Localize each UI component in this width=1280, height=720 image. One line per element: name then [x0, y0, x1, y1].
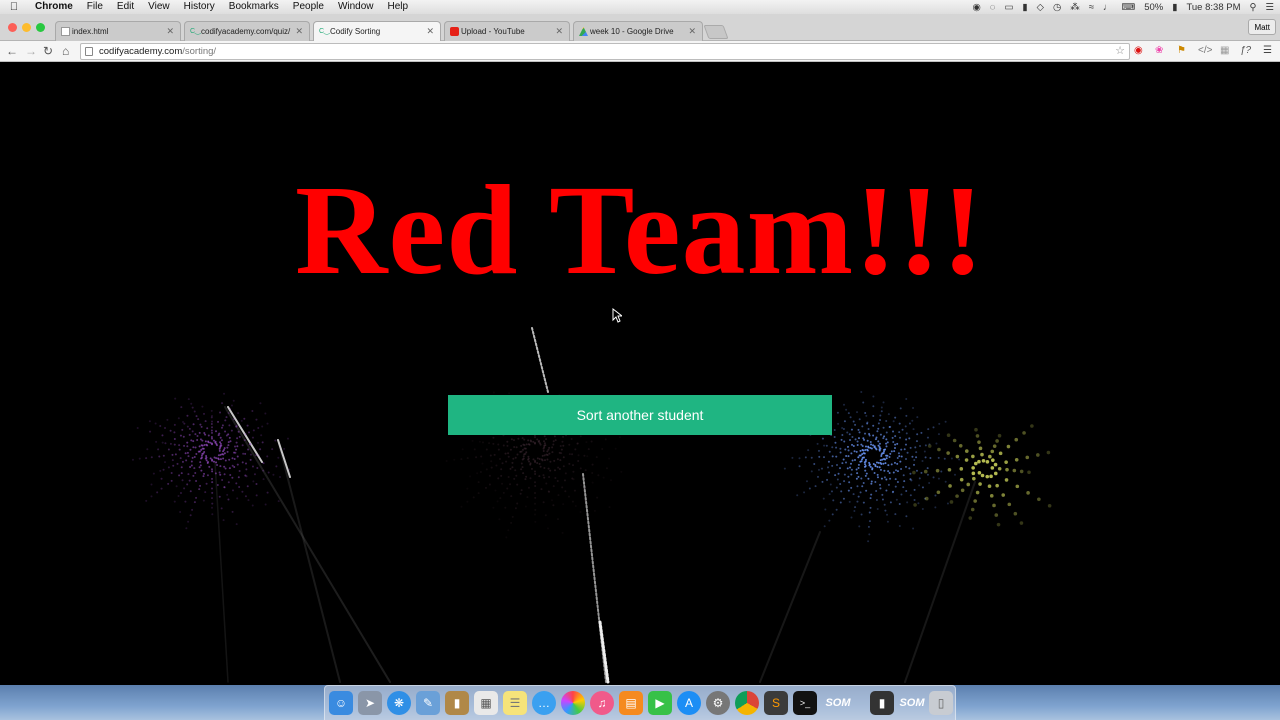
- spotlight-icon[interactable]: ⚲: [1250, 2, 1257, 13]
- bookmark-star-icon[interactable]: ☆: [1115, 44, 1125, 59]
- itunes-icon[interactable]: ♫: [590, 691, 614, 715]
- folder-stack-icon[interactable]: ▮: [870, 691, 894, 715]
- tab-strip: index.html ✕ C‿ codifyacademy.com/quiz/ …: [0, 14, 1280, 42]
- status-area: ◉ ◌ ▭ ▮ ◇ ◷ ⁂ ≈ ♩ ⌨ 50% ▮ Tue 8:38 PM ⚲ …: [972, 0, 1274, 14]
- codify-icon: C‿: [190, 28, 201, 35]
- tab-title: codifyacademy.com/quiz/: [201, 27, 291, 36]
- tab-title: index.html: [72, 27, 109, 36]
- macos-dock: ☺ ➤ ❋ ✎ ▮ ▦ ☰ … ♫ ▤ ▶ A ⚙ S >_ SOM ▮ SOM…: [324, 685, 956, 720]
- google-drive-icon: [579, 27, 588, 36]
- close-tab-icon[interactable]: ✕: [555, 22, 563, 41]
- preview-icon[interactable]: ✎: [416, 691, 440, 715]
- firework-trails: [214, 327, 976, 684]
- menu-bookmarks[interactable]: Bookmarks: [222, 0, 286, 14]
- app-store-icon[interactable]: A: [677, 691, 701, 715]
- close-tab-icon[interactable]: ✕: [295, 22, 303, 41]
- messages-icon[interactable]: …: [532, 691, 556, 715]
- chrome-menu-icon[interactable]: ☰: [1263, 45, 1272, 57]
- close-tab-icon[interactable]: ✕: [688, 22, 696, 41]
- tab-google-drive[interactable]: week 10 - Google Drive ✕: [573, 21, 703, 41]
- color-picker-extension-icon[interactable]: ❀: [1155, 45, 1163, 57]
- time-machine-icon[interactable]: ◷: [1053, 2, 1061, 13]
- codify-icon: C‿: [319, 28, 330, 35]
- tab-title: week 10 - Google Drive: [590, 27, 674, 36]
- contacts-icon[interactable]: ▮: [445, 691, 469, 715]
- facetime-icon[interactable]: ▶: [648, 691, 672, 715]
- youtube-icon: [450, 27, 459, 36]
- new-tab-button[interactable]: [703, 25, 729, 39]
- zoom-window-icon[interactable]: [36, 23, 45, 32]
- url-host: codifyacademy.com: [99, 46, 183, 57]
- creative-cloud-icon[interactable]: ◌: [990, 2, 996, 13]
- menu-file[interactable]: File: [80, 0, 110, 14]
- url-path: /sorting/: [182, 46, 217, 57]
- menu-app-name[interactable]: Chrome: [28, 0, 80, 14]
- mouse-pointer-icon: [612, 308, 622, 323]
- wifi-icon[interactable]: ≈: [1089, 2, 1094, 13]
- screen-recorder-app-icon[interactable]: SOM: [823, 691, 853, 715]
- tab-codify-quiz[interactable]: C‿ codifyacademy.com/quiz/ ✕: [184, 21, 310, 41]
- page-icon: [85, 47, 93, 56]
- menu-history[interactable]: History: [177, 0, 222, 14]
- formula-extension-icon[interactable]: ƒ?: [1240, 45, 1251, 57]
- close-window-icon[interactable]: [8, 23, 17, 32]
- tab-codify-sorting[interactable]: C‿ Codify Sorting ✕: [313, 21, 441, 42]
- profile-button[interactable]: Matt: [1248, 19, 1276, 35]
- home-button[interactable]: ⌂: [62, 43, 69, 59]
- system-preferences-icon[interactable]: ⚙: [706, 691, 730, 715]
- adblock-extension-icon[interactable]: ◉: [1134, 45, 1143, 57]
- tab-youtube-upload[interactable]: Upload - YouTube ✕: [444, 21, 570, 41]
- safari-icon[interactable]: ❋: [387, 691, 411, 715]
- tab-index-html[interactable]: index.html ✕: [55, 21, 181, 41]
- launchpad-icon[interactable]: ➤: [358, 691, 382, 715]
- battery-icon[interactable]: ▮: [1172, 2, 1177, 13]
- reload-button[interactable]: ↻: [43, 43, 53, 59]
- forward-button[interactable]: →: [25, 43, 37, 59]
- terminal-icon[interactable]: >_: [793, 691, 817, 715]
- back-button[interactable]: ←: [6, 43, 18, 59]
- dropbox-icon[interactable]: ◇: [1037, 2, 1044, 13]
- apple-menu-icon[interactable]: : [0, 1, 28, 13]
- sublime-text-icon[interactable]: S: [764, 691, 788, 715]
- menu-window[interactable]: Window: [331, 0, 381, 14]
- screen-record-icon[interactable]: ◉: [972, 2, 980, 13]
- bluetooth-icon[interactable]: ⁂: [1070, 2, 1080, 13]
- calendar-icon[interactable]: ▦: [474, 691, 498, 715]
- airplay-icon[interactable]: ▭: [1004, 2, 1013, 13]
- devtools-extension-icon[interactable]: ▦: [1220, 45, 1229, 57]
- notification-center-icon[interactable]: ☰: [1265, 2, 1274, 13]
- tab-title: Upload - YouTube: [461, 27, 525, 36]
- screen-recorder-stack-icon[interactable]: SOM: [897, 691, 927, 715]
- address-bar[interactable]: codifyacademy.com/sorting/ ☆: [80, 43, 1130, 60]
- minimize-window-icon[interactable]: [22, 23, 31, 32]
- tab-title: Codify Sorting: [330, 27, 381, 36]
- code-extension-icon[interactable]: </>: [1198, 45, 1212, 57]
- menu-people[interactable]: People: [286, 0, 331, 14]
- keyboard-input-icon[interactable]: ⌨: [1121, 2, 1135, 13]
- battery-percent[interactable]: 50%: [1144, 2, 1163, 13]
- notes-icon[interactable]: ☰: [503, 691, 527, 715]
- battery-monitor-icon[interactable]: ▮: [1022, 2, 1027, 13]
- close-tab-icon[interactable]: ✕: [166, 22, 174, 41]
- chrome-icon[interactable]: [735, 691, 759, 715]
- close-tab-icon[interactable]: ✕: [426, 22, 434, 41]
- page-content: Red Team!!! Sort another student: [0, 62, 1280, 685]
- photos-icon[interactable]: [561, 691, 585, 715]
- file-icon: [61, 27, 70, 36]
- volume-icon[interactable]: ♩: [1103, 2, 1113, 13]
- menu-edit[interactable]: Edit: [110, 0, 141, 14]
- macos-menu-bar:  Chrome File Edit View History Bookmark…: [0, 0, 1280, 14]
- sorting-result-headline: Red Team!!!: [294, 159, 986, 301]
- sort-another-student-button[interactable]: Sort another student: [448, 395, 832, 435]
- menu-help[interactable]: Help: [381, 0, 416, 14]
- bookmark-extension-icon[interactable]: ⚑: [1177, 45, 1186, 57]
- finder-icon[interactable]: ☺: [329, 691, 353, 715]
- menu-view[interactable]: View: [141, 0, 177, 14]
- browser-toolbar: ← → ↻ ⌂ codifyacademy.com/sorting/ ☆ ◉ ❀…: [0, 41, 1280, 62]
- ibooks-icon[interactable]: ▤: [619, 691, 643, 715]
- trash-icon[interactable]: ▯: [929, 691, 953, 715]
- clock[interactable]: Tue 8:38 PM: [1186, 2, 1240, 13]
